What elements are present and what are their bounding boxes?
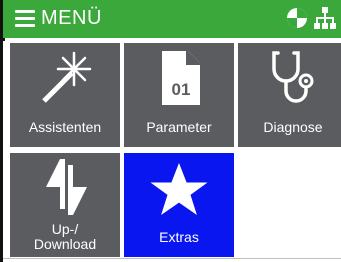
header-bar: MENÜ <box>3 0 341 38</box>
tile-diagnose[interactable]: Diagnose <box>238 43 341 147</box>
tile-assistenten[interactable]: Assistenten <box>10 43 120 147</box>
tile-label-line2: Download <box>33 236 97 252</box>
up-download-arrows-icon <box>46 159 87 215</box>
tile-label: Assistenten <box>28 119 102 135</box>
bottom-divider <box>3 258 341 259</box>
stethoscope-icon <box>272 51 314 103</box>
tile-label-line1: Up-/ <box>51 221 79 237</box>
menu-screen: MENÜ Assistenten 01 Parameter Diagnose U… <box>0 0 341 262</box>
tile-label: Parameter <box>146 119 212 135</box>
page-title: MENÜ <box>41 7 102 29</box>
network-tree-icon[interactable] <box>313 6 337 30</box>
tile-label: Diagnose <box>263 119 323 135</box>
tile-parameter[interactable]: 01 Parameter <box>124 43 234 147</box>
tile-up-download[interactable]: Up-/ Download <box>10 153 120 257</box>
hamburger-icon[interactable] <box>15 9 35 27</box>
contrast-circle-icon[interactable] <box>285 6 309 30</box>
tile-label: Extras <box>159 229 199 245</box>
magic-wand-icon <box>42 51 92 103</box>
star-icon <box>150 163 208 215</box>
document-badge: 01 <box>171 80 191 99</box>
tile-extras[interactable]: Extras <box>124 153 234 257</box>
tile-label: Up-/ Download <box>10 222 120 252</box>
